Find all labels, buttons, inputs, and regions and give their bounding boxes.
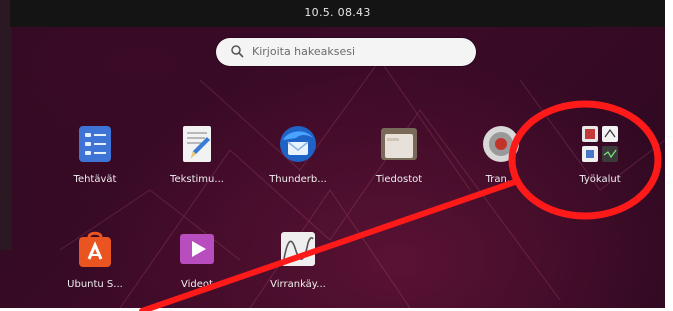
app-thunderbird[interactable]: Thunderb... [258,124,338,185]
checklist-icon [75,124,115,164]
power-statistics-icon [278,229,318,269]
search-input[interactable]: Kirjoita hakeaksesi [216,38,476,66]
app-label: Virrankäy... [270,279,326,290]
search-placeholder: Kirjoita hakeaksesi [252,45,356,58]
top-bar: 10.5. 08.43 [10,0,665,27]
app-text-editor[interactable]: Tekstimu... [157,124,237,185]
app-power-statistics[interactable]: Virrankäy... [258,229,338,290]
thunderbird-icon [278,124,318,164]
app-label: Tiedostot [375,174,423,185]
app-ubuntu-software[interactable]: Ubuntu S... [55,229,135,290]
app-label: Ubuntu S... [67,279,123,290]
app-videos[interactable]: Videot [157,229,237,290]
app-grid-screen: 10.5. 08.43 Kirjoita hakeaksesi Tehtävät [0,0,665,308]
app-label: Tehtävät [73,174,117,185]
app-label: Tekstimu... [170,174,224,185]
app-utilities-folder[interactable]: Työkalut [560,124,640,185]
app-label: Tran... [485,174,517,185]
utilities-folder-icon [580,124,620,164]
text-editor-icon [177,124,217,164]
app-label: Videot [181,279,213,290]
ubuntu-software-icon [75,229,115,269]
folder-icon [379,124,419,164]
clock[interactable]: 10.5. 08.43 [10,6,665,19]
app-files[interactable]: Tiedostot [359,124,439,185]
app-transmission[interactable]: Tran... [461,124,541,185]
app-tasks[interactable]: Tehtävät [55,124,135,185]
search-icon [231,45,244,58]
app-label: Thunderb... [269,174,327,185]
app-label: Työkalut [579,174,621,185]
transmission-icon [481,124,521,164]
videos-icon [177,229,217,269]
